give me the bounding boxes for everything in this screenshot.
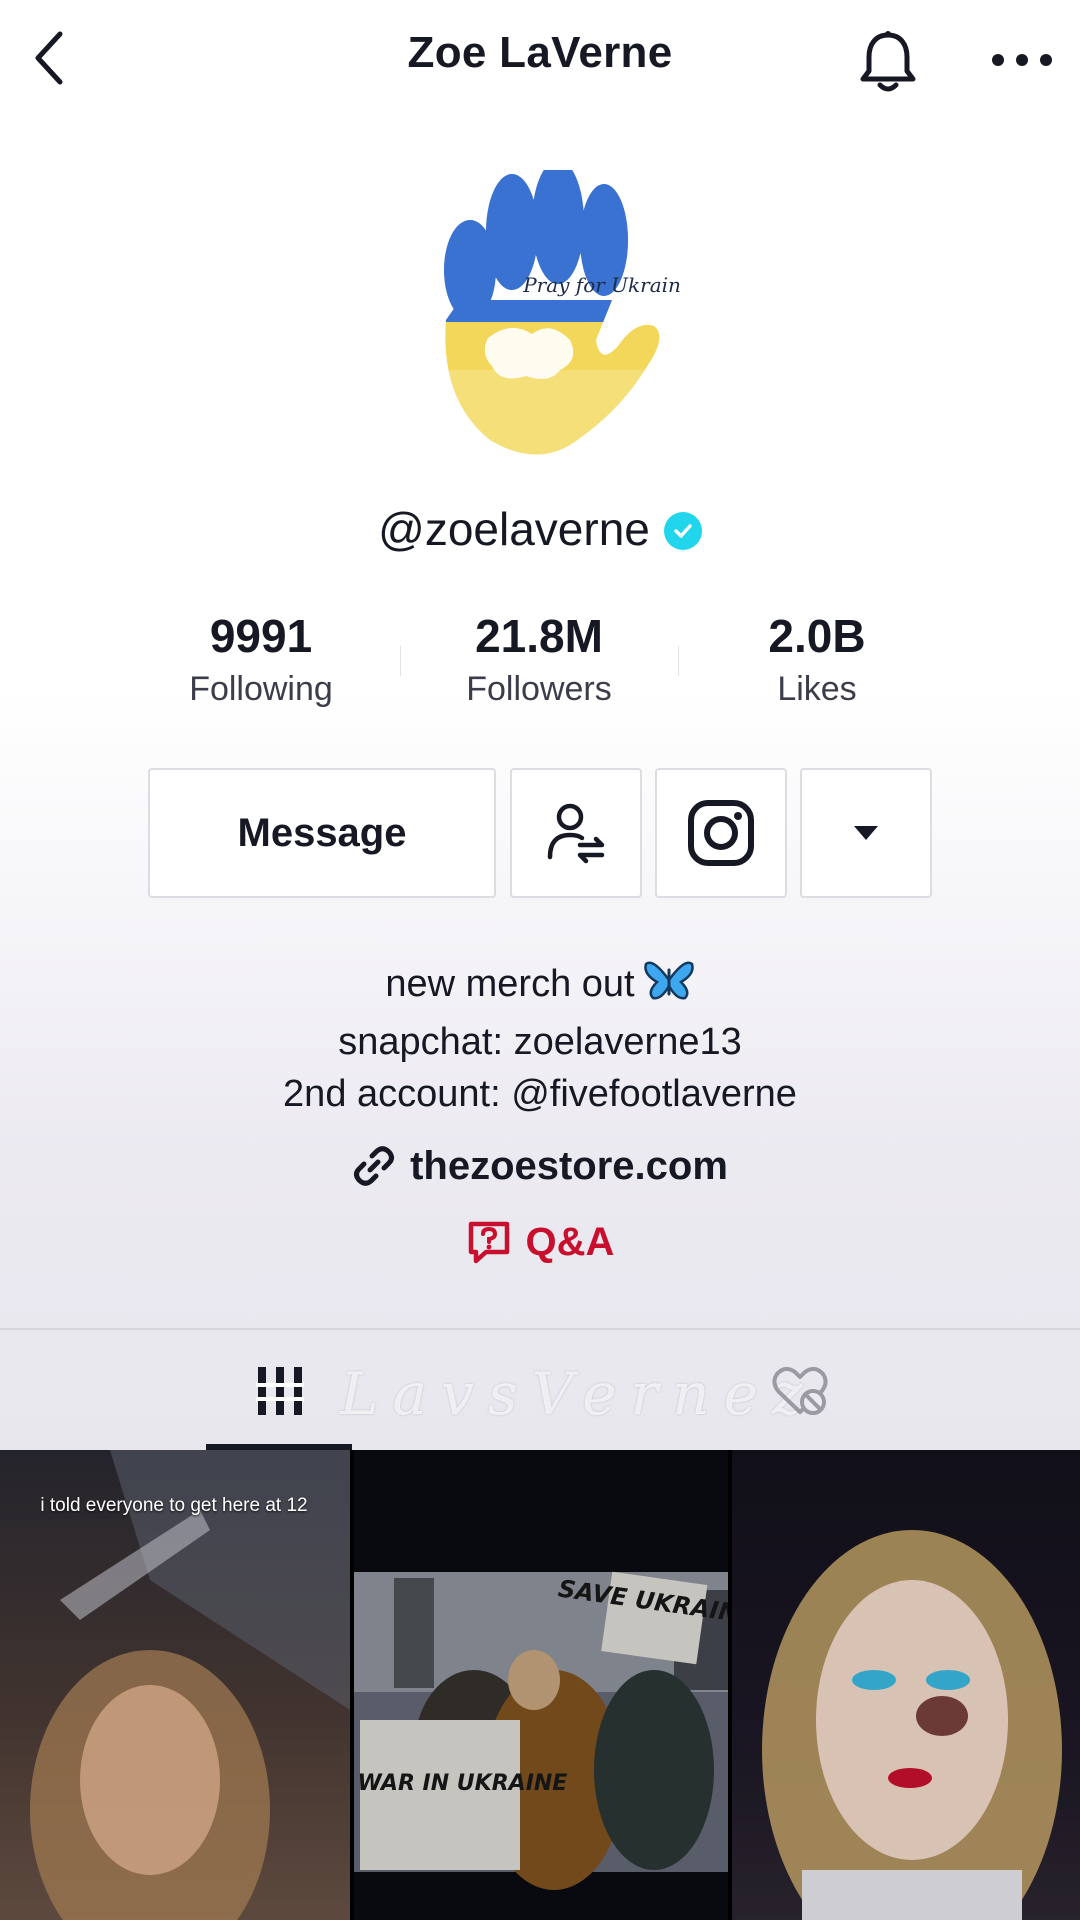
user-swap-icon: [547, 803, 605, 864]
video-thumbnail-image: [732, 1450, 1080, 1920]
notifications-button[interactable]: [848, 22, 928, 102]
tab-videos[interactable]: [205, 1332, 355, 1450]
stat-label: Likes: [777, 670, 857, 708]
top-bar: Zoe LaVerne: [0, 0, 1080, 120]
website-link-text: thezoestore.com: [410, 1143, 728, 1188]
video-caption: i told everyone to get here at 12: [40, 1495, 308, 1516]
tab-liked[interactable]: [725, 1332, 875, 1450]
follow-status-button[interactable]: [510, 768, 642, 898]
bio-line-2: snapchat: zoelaverne13: [338, 1021, 742, 1063]
video-thumbnail[interactable]: [732, 1450, 1080, 1920]
qa-link[interactable]: Q&A: [0, 1212, 1080, 1272]
tab-divider: [0, 1328, 1080, 1330]
more-options-button[interactable]: [980, 28, 1064, 92]
video-thumbnail-image: [0, 1450, 350, 1920]
stat-label: Following: [189, 670, 333, 708]
stat-following[interactable]: 9991 Following: [122, 606, 400, 716]
bell-icon: [860, 31, 916, 92]
bio-line-1: new merch out: [0, 958, 1080, 1016]
watermark: LavsVernez: [340, 1360, 817, 1428]
username-row: @zoelaverne: [0, 496, 1080, 562]
qa-link-text: Q&A: [525, 1219, 615, 1264]
video-thumbnail[interactable]: SAVE UKRAINE NO WAR IN UKRAINE: [354, 1450, 728, 1920]
hidden-heart-icon: [772, 1367, 828, 1415]
butterfly-icon: [643, 958, 695, 1016]
bio-line-3: 2nd account: @fivefootlaverne: [283, 1073, 797, 1115]
stat-likes[interactable]: 2.0B Likes: [678, 606, 956, 716]
stat-value: 2.0B: [768, 610, 866, 662]
grid-icon: [256, 1367, 304, 1415]
stat-followers[interactable]: 21.8M Followers: [400, 606, 678, 716]
question-bubble-icon: [468, 1221, 509, 1264]
profile-stats: 9991 Following 21.8M Followers 2.0B Like…: [122, 606, 958, 716]
message-button[interactable]: Message: [148, 768, 496, 898]
stat-label: Followers: [466, 670, 612, 708]
bio: new merch out snapchat: zoelaverne13 2nd…: [0, 958, 1080, 1120]
caret-down-icon: [854, 826, 878, 840]
avatar[interactable]: Pray for Ukraine!: [400, 170, 701, 470]
more-horizontal-icon: [992, 54, 1052, 66]
video-grid: i told everyone to get here at 12 SAVE U…: [0, 1450, 1080, 1920]
instagram-icon: [688, 800, 754, 866]
hand-print-avatar-image: Pray for Ukraine!: [444, 170, 701, 455]
stat-value: 9991: [209, 610, 313, 662]
username: @zoelaverne: [378, 503, 650, 555]
verified-badge-icon: [663, 512, 702, 550]
link-icon: [354, 1146, 395, 1186]
video-thumbnail[interactable]: i told everyone to get here at 12: [0, 1450, 350, 1920]
more-actions-button[interactable]: [800, 768, 932, 898]
avatar-text: Pray for Ukraine!: [522, 273, 680, 297]
video-thumbnail-image: SAVE UKRAINE NO WAR IN UKRAINE: [354, 1450, 728, 1920]
message-button-label: Message: [237, 810, 407, 855]
stat-value: 21.8M: [475, 610, 603, 662]
website-link[interactable]: thezoestore.com: [0, 1136, 1080, 1196]
bio-line-1-text: new merch out: [385, 963, 635, 1005]
instagram-button[interactable]: [655, 768, 787, 898]
